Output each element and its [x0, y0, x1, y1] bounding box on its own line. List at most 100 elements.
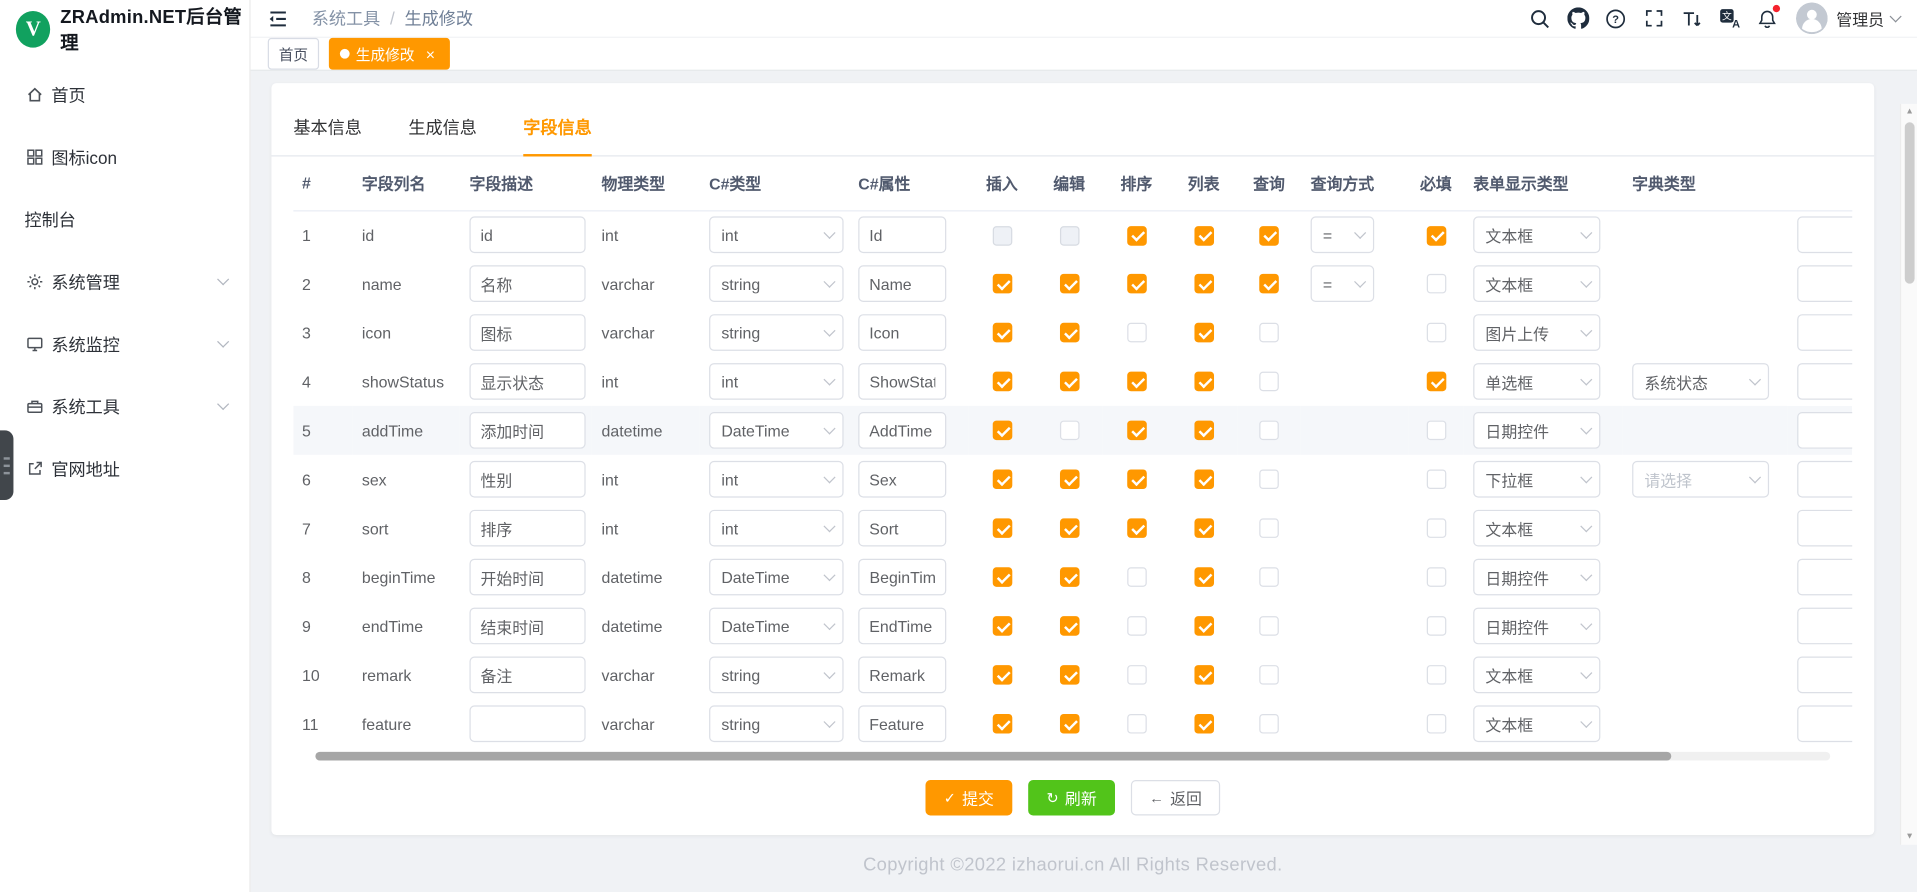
- column-desc-input[interactable]: [469, 657, 585, 694]
- sort-checkbox[interactable]: [1127, 665, 1147, 685]
- list-checkbox[interactable]: [1194, 714, 1214, 734]
- csharp-type-select[interactable]: string: [709, 705, 843, 742]
- app-logo[interactable]: V ZRAdmin.NET后台管理: [0, 0, 249, 59]
- form-display-select[interactable]: 下拉框: [1473, 461, 1600, 498]
- submit-button[interactable]: ✓ 提交: [925, 780, 1012, 815]
- edit-checkbox[interactable]: [1059, 372, 1079, 392]
- sort-checkbox[interactable]: [1127, 372, 1147, 392]
- required-checkbox[interactable]: [1426, 226, 1446, 246]
- refresh-button[interactable]: ↻ 刷新: [1028, 780, 1115, 815]
- insert-checkbox[interactable]: [992, 470, 1012, 490]
- edit-checkbox[interactable]: [1059, 274, 1079, 294]
- csharp-type-select[interactable]: int: [709, 461, 843, 498]
- avatar[interactable]: [1796, 2, 1828, 34]
- overflow-input[interactable]: [1797, 657, 1852, 694]
- query-checkbox[interactable]: [1259, 470, 1279, 490]
- overflow-input[interactable]: [1797, 314, 1852, 351]
- list-checkbox[interactable]: [1194, 519, 1214, 539]
- column-desc-input[interactable]: [469, 461, 585, 498]
- sort-checkbox[interactable]: [1127, 421, 1147, 441]
- dict-type-select[interactable]: 请选择: [1632, 461, 1769, 498]
- query-checkbox[interactable]: [1259, 274, 1279, 294]
- edit-checkbox[interactable]: [1059, 665, 1079, 685]
- form-display-select[interactable]: 文本框: [1473, 657, 1600, 694]
- csharp-prop-input[interactable]: [858, 363, 946, 400]
- insert-checkbox[interactable]: [992, 568, 1012, 588]
- vertical-scrollbar-thumb[interactable]: [1905, 122, 1915, 283]
- vertical-scrollbar[interactable]: ▲ ▼: [1900, 104, 1917, 845]
- chevron-down-icon[interactable]: [1890, 10, 1902, 22]
- insert-checkbox[interactable]: [992, 519, 1012, 539]
- username[interactable]: 管理员: [1836, 7, 1884, 30]
- csharp-type-select[interactable]: DateTime: [709, 608, 843, 645]
- query-mode-select[interactable]: =: [1311, 217, 1375, 254]
- csharp-prop-input[interactable]: [858, 510, 946, 547]
- tag-home[interactable]: 首页: [268, 38, 319, 70]
- form-display-select[interactable]: 单选框: [1473, 363, 1600, 400]
- column-desc-input[interactable]: [469, 412, 585, 449]
- back-button[interactable]: ← 返回: [1131, 780, 1220, 815]
- form-display-select[interactable]: 文本框: [1473, 705, 1600, 742]
- insert-checkbox[interactable]: [992, 665, 1012, 685]
- edit-checkbox[interactable]: [1059, 323, 1079, 343]
- column-desc-input[interactable]: [469, 217, 585, 254]
- overflow-input[interactable]: [1797, 559, 1852, 596]
- required-checkbox[interactable]: [1426, 617, 1446, 637]
- list-checkbox[interactable]: [1194, 568, 1214, 588]
- column-desc-input[interactable]: [469, 314, 585, 351]
- required-checkbox[interactable]: [1426, 470, 1446, 490]
- csharp-type-select[interactable]: string: [709, 265, 843, 302]
- query-checkbox[interactable]: [1259, 226, 1279, 246]
- insert-checkbox[interactable]: [992, 226, 1012, 246]
- insert-checkbox[interactable]: [992, 274, 1012, 294]
- tag-active[interactable]: 生成修改 ×: [329, 38, 450, 70]
- query-checkbox[interactable]: [1259, 323, 1279, 343]
- form-display-select[interactable]: 日期控件: [1473, 412, 1600, 449]
- overflow-input[interactable]: [1797, 363, 1852, 400]
- sort-checkbox[interactable]: [1127, 226, 1147, 246]
- sidebar-item-icons[interactable]: 图标icon: [0, 126, 249, 188]
- query-checkbox[interactable]: [1259, 421, 1279, 441]
- insert-checkbox[interactable]: [992, 714, 1012, 734]
- list-checkbox[interactable]: [1194, 665, 1214, 685]
- list-checkbox[interactable]: [1194, 274, 1214, 294]
- list-checkbox[interactable]: [1194, 372, 1214, 392]
- form-display-select[interactable]: 日期控件: [1473, 608, 1600, 645]
- sidebar-item-console[interactable]: 控制台: [0, 188, 249, 250]
- csharp-type-select[interactable]: DateTime: [709, 559, 843, 596]
- sidebar-item-home[interactable]: 首页: [0, 64, 249, 126]
- scroll-down-icon[interactable]: ▼: [1901, 833, 1917, 842]
- sidebar-item-system-monitor[interactable]: 系统监控: [0, 313, 249, 375]
- required-checkbox[interactable]: [1426, 568, 1446, 588]
- csharp-type-select[interactable]: int: [709, 363, 843, 400]
- sort-checkbox[interactable]: [1127, 519, 1147, 539]
- sidebar-item-system-tools[interactable]: 系统工具: [0, 375, 249, 437]
- notification-bell-icon[interactable]: [1754, 5, 1781, 32]
- dict-type-select[interactable]: 系统状态: [1632, 363, 1769, 400]
- required-checkbox[interactable]: [1426, 274, 1446, 294]
- csharp-type-select[interactable]: int: [709, 217, 843, 254]
- overflow-input[interactable]: [1797, 608, 1852, 645]
- csharp-prop-input[interactable]: [858, 265, 946, 302]
- query-checkbox[interactable]: [1259, 617, 1279, 637]
- tab-gen-info[interactable]: 生成信息: [408, 115, 476, 155]
- required-checkbox[interactable]: [1426, 323, 1446, 343]
- column-desc-input[interactable]: [469, 363, 585, 400]
- scroll-up-icon[interactable]: ▲: [1901, 108, 1917, 117]
- csharp-type-select[interactable]: string: [709, 314, 843, 351]
- query-mode-select[interactable]: =: [1311, 265, 1375, 302]
- panel-drag-handle[interactable]: [0, 430, 13, 500]
- insert-checkbox[interactable]: [992, 617, 1012, 637]
- query-checkbox[interactable]: [1259, 714, 1279, 734]
- csharp-prop-input[interactable]: [858, 608, 946, 645]
- overflow-input[interactable]: [1797, 705, 1852, 742]
- sort-checkbox[interactable]: [1127, 323, 1147, 343]
- query-checkbox[interactable]: [1259, 372, 1279, 392]
- csharp-prop-input[interactable]: [858, 657, 946, 694]
- insert-checkbox[interactable]: [992, 421, 1012, 441]
- close-icon[interactable]: ×: [422, 45, 439, 62]
- overflow-input[interactable]: [1797, 412, 1852, 449]
- list-checkbox[interactable]: [1194, 421, 1214, 441]
- sidebar-item-system-manage[interactable]: 系统管理: [0, 251, 249, 313]
- sort-checkbox[interactable]: [1127, 714, 1147, 734]
